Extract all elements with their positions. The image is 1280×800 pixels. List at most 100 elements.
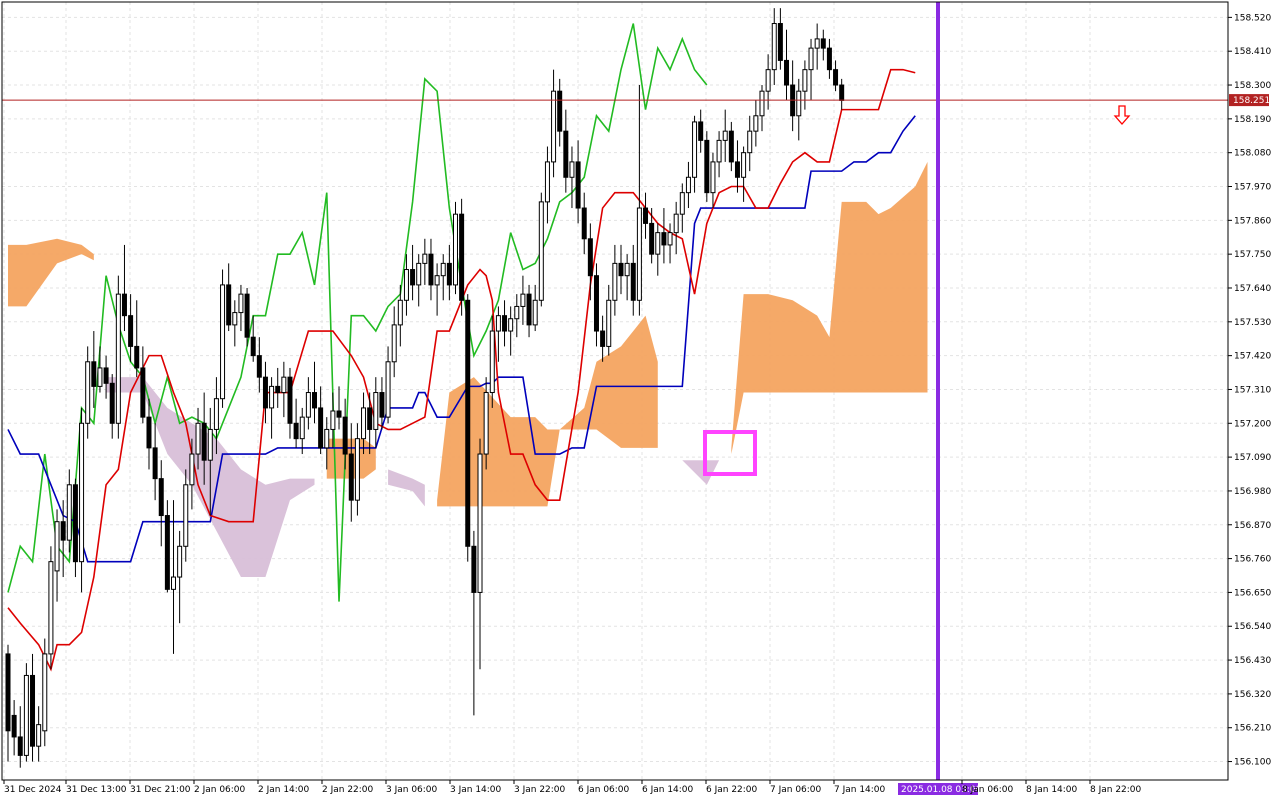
candle-bull <box>48 561 54 655</box>
y-tick-label: 156.760 <box>1234 555 1271 565</box>
candle-bull <box>569 161 575 178</box>
y-tick-label: 156.100 <box>1234 758 1271 768</box>
candle-bull <box>66 484 72 541</box>
y-tick-label: 156.980 <box>1234 487 1271 497</box>
candle-bear <box>379 392 385 418</box>
candle-bull <box>679 192 685 215</box>
y-tick-label: 157.970 <box>1234 183 1271 193</box>
candle-bull <box>452 213 458 286</box>
y-tick-label: 157.310 <box>1234 385 1271 395</box>
candle-bull <box>808 47 814 71</box>
candle-bear <box>649 222 655 255</box>
candle-bull <box>655 232 661 255</box>
x-tick-label: 6 Jan 06:00 <box>578 785 630 795</box>
candle-bull <box>79 422 85 563</box>
candle-bull <box>330 410 336 430</box>
candle-bull <box>685 176 691 194</box>
candle-bear <box>826 47 832 71</box>
x-tick-label: 7 Jan 14:00 <box>834 785 886 795</box>
candle-bull <box>477 453 483 593</box>
candle-bear <box>575 161 581 209</box>
candle-bear <box>256 355 262 378</box>
x-tick-label: 3 Jan 14:00 <box>450 785 502 795</box>
candle-bull <box>508 318 514 332</box>
candle-bear <box>820 38 826 49</box>
candle-bull <box>305 392 311 418</box>
y-tick-label: 158.080 <box>1234 149 1271 159</box>
y-tick-label: 157.090 <box>1234 453 1271 463</box>
candle-bear <box>60 521 66 541</box>
candle-bear <box>91 361 97 387</box>
candle-bull <box>544 161 550 203</box>
candle-bull <box>373 392 379 430</box>
candle-bear <box>244 293 250 338</box>
candle-bear <box>226 284 232 326</box>
candle-bull <box>716 139 722 163</box>
y-tick-label: 156.320 <box>1234 690 1271 700</box>
candle-bull <box>771 23 777 71</box>
y-tick-label: 158.300 <box>1234 81 1271 91</box>
candle-bull <box>538 201 544 301</box>
candle-bear <box>459 213 465 301</box>
y-tick-label: 156.870 <box>1234 521 1271 531</box>
y-tick-label: 158.410 <box>1234 47 1271 57</box>
candle-bear <box>342 416 348 455</box>
y-tick-label: 158.190 <box>1234 115 1271 125</box>
y-tick-label: 156.650 <box>1234 588 1271 598</box>
candle-bear <box>526 293 532 326</box>
candle-bull <box>759 90 765 117</box>
candle-bear <box>502 315 508 332</box>
candle-bull <box>796 90 802 117</box>
x-tick-label: 31 Dec 21:00 <box>130 785 191 795</box>
candle-bear <box>698 121 704 141</box>
y-tick-label: 156.210 <box>1234 724 1271 734</box>
candle-bull <box>171 576 177 590</box>
candle-bull <box>741 152 747 178</box>
candle-bull <box>765 69 771 92</box>
candle-bear <box>275 385 281 394</box>
y-tick-label: 157.420 <box>1234 352 1271 362</box>
candle-bear <box>833 69 839 86</box>
candle-bear <box>410 269 416 286</box>
y-tick-label: 158.520 <box>1234 13 1271 23</box>
candle-bull <box>722 130 728 141</box>
candle-bull <box>54 521 60 572</box>
candle-bear <box>728 130 734 163</box>
candle-bear <box>465 299 471 547</box>
candle-bull <box>636 207 642 301</box>
y-tick-label: 157.750 <box>1234 250 1271 260</box>
candle-bear <box>109 382 115 424</box>
candle-bear <box>250 336 256 357</box>
candle-bull <box>753 115 759 132</box>
candle-bull <box>403 269 409 301</box>
x-tick-label: 31 Dec 13:00 <box>66 785 127 795</box>
candle-bear <box>839 84 845 101</box>
candle-bear <box>557 90 563 132</box>
x-tick-label: 3 Jan 06:00 <box>386 785 438 795</box>
candle-bull <box>361 407 367 440</box>
candle-bull <box>115 293 121 424</box>
candle-bear <box>152 447 158 480</box>
candle-bear <box>618 262 624 277</box>
candle-bull <box>391 324 397 363</box>
candle-bear <box>581 207 587 240</box>
candle-bull <box>514 305 520 320</box>
candle-bear <box>563 130 569 178</box>
candle-bear <box>146 416 152 449</box>
candle-bull <box>232 312 238 326</box>
x-tick-label: 2 Jan 14:00 <box>258 785 310 795</box>
candle-bear <box>72 484 78 563</box>
candle-bear <box>312 392 317 409</box>
y-tick-label: 157.640 <box>1234 284 1271 294</box>
candle-bear <box>121 293 127 317</box>
candle-bear <box>287 376 293 424</box>
candle-bull <box>269 385 275 409</box>
candle-bear <box>471 545 477 593</box>
candle-bear <box>777 23 783 61</box>
candle-bull <box>422 253 428 264</box>
candle-bull <box>177 545 183 578</box>
x-tick-label: 8 Jan 22:00 <box>1090 785 1142 795</box>
candle-bear <box>587 238 593 277</box>
candle-bear <box>630 262 636 301</box>
candle-bear <box>158 478 164 517</box>
